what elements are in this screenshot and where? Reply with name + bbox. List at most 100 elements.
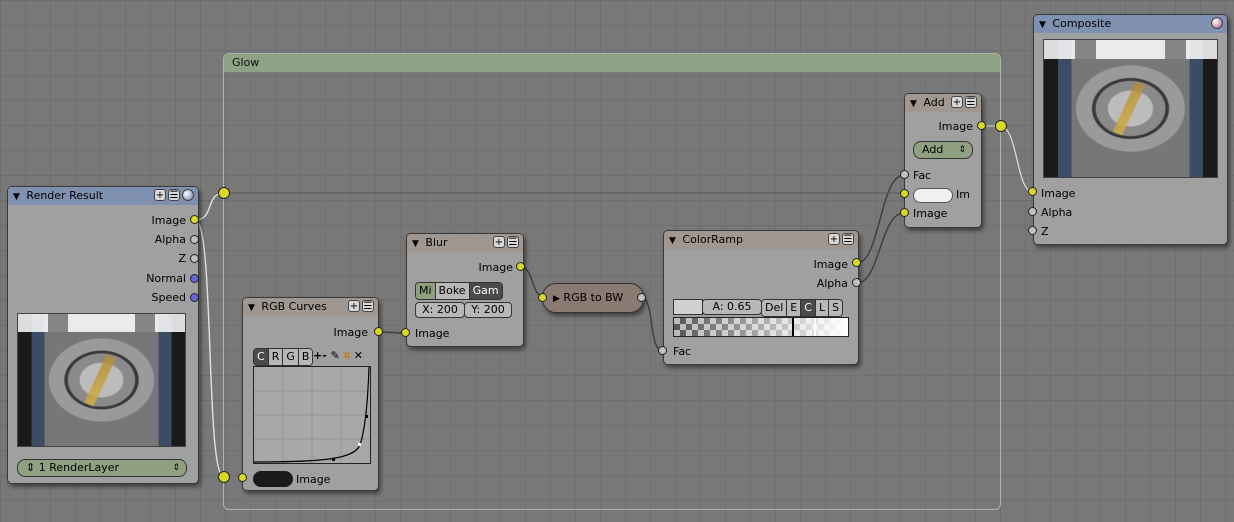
blur-input-socket[interactable]: [401, 328, 410, 337]
render-result-node[interactable]: ▼ Render Result + ☰ Image Alpha Z Normal…: [7, 186, 199, 484]
filter-type-select[interactable]: Mi: [416, 283, 436, 299]
menu-icon[interactable]: ☰: [168, 189, 180, 201]
plus-icon[interactable]: +: [348, 300, 360, 312]
color-stop-marker[interactable]: [792, 318, 794, 336]
rgb-to-bw-input-socket[interactable]: [538, 293, 547, 302]
alpha-field[interactable]: A: 0.65: [702, 299, 762, 315]
plus-icon[interactable]: +: [951, 96, 963, 108]
color-ramp-header[interactable]: ▼ ColorRamp + ☰: [664, 231, 858, 249]
ramp-alpha-output-socket[interactable]: [852, 278, 861, 287]
ease-button[interactable]: E: [787, 300, 802, 316]
channel-r-button[interactable]: R: [268, 349, 284, 365]
clip-icon[interactable]: ⌗: [344, 349, 350, 362]
render-normal-socket[interactable]: [190, 274, 199, 283]
composite-image-input-socket[interactable]: [1028, 187, 1037, 196]
curve-editor[interactable]: [253, 366, 371, 464]
add-image2-input-socket[interactable]: [900, 208, 909, 217]
group-input-socket-top[interactable]: [218, 187, 230, 199]
plus-icon[interactable]: +: [493, 236, 505, 248]
output-label: Image: [813, 258, 848, 271]
zoom-in-icon[interactable]: +: [313, 349, 322, 362]
channel-b-button[interactable]: B: [298, 349, 313, 365]
output-label: Alpha: [154, 233, 186, 246]
fac-color-swatch[interactable]: [253, 471, 293, 487]
bokeh-toggle[interactable]: Boke: [435, 283, 470, 299]
blur-options[interactable]: Mi Boke Gam: [415, 282, 503, 300]
collapse-triangle-icon[interactable]: ▼: [248, 303, 255, 313]
plus-icon[interactable]: +: [828, 233, 840, 245]
node-title: Render Result: [26, 189, 104, 202]
channel-c-button[interactable]: C: [254, 349, 269, 365]
menu-icon[interactable]: ☰: [965, 96, 977, 108]
collapse-triangle-icon[interactable]: ▼: [910, 99, 917, 109]
group-input-socket-bottom[interactable]: [218, 471, 230, 483]
collapse-triangle-icon[interactable]: ▼: [1039, 20, 1046, 30]
blur-header[interactable]: ▼ Blur + ☰: [407, 234, 523, 252]
input-label: Image: [913, 207, 948, 220]
output-label: Image: [938, 120, 973, 133]
blur-node[interactable]: ▼ Blur + ☰ Image Mi Boke Gam X: 200 Y: 2…: [406, 233, 524, 347]
ramp-fac-input-socket[interactable]: [658, 346, 667, 355]
group-output-socket[interactable]: [995, 120, 1007, 132]
blend-mode-select[interactable]: Add ⇕: [913, 141, 973, 159]
render-image-socket[interactable]: [190, 215, 199, 224]
rgb-curves-node[interactable]: ▼ RGB Curves + ☰ Image C R G B +- ✎ ⌗ ✕ …: [242, 297, 379, 491]
collapse-triangle-icon[interactable]: ▼: [13, 192, 20, 202]
color-ramp-bar[interactable]: [673, 317, 849, 337]
render-speed-socket[interactable]: [190, 293, 199, 302]
add-output-socket[interactable]: [977, 121, 986, 130]
render-alpha-socket[interactable]: [190, 235, 199, 244]
add-header[interactable]: ▼ Add + ☰: [905, 94, 981, 112]
color-stop-swatch[interactable]: [673, 299, 703, 315]
expand-triangle-icon[interactable]: ▶: [553, 294, 560, 304]
color-ramp-node[interactable]: ▼ ColorRamp + ☰ Image Alpha A: 0.65 Del …: [663, 230, 859, 365]
input-label: Image: [415, 327, 450, 340]
render-result-header[interactable]: ▼ Render Result + ☰: [8, 187, 198, 205]
color-ramp-buttons[interactable]: Del E C L S: [761, 299, 844, 317]
curves-output-socket[interactable]: [374, 327, 383, 336]
add-node[interactable]: ▼ Add + ☰ Image Add ⇕ Fac Im Image: [904, 93, 982, 228]
node-title: RGB Curves: [261, 300, 327, 313]
composite-z-input-socket[interactable]: [1028, 226, 1037, 235]
chevron-updown-icon: ⇕: [172, 463, 180, 473]
close-icon[interactable]: ✕: [354, 349, 363, 362]
spline-button[interactable]: S: [829, 300, 843, 316]
collapse-triangle-icon[interactable]: ▼: [669, 236, 676, 246]
size-y-field[interactable]: Y: 200: [464, 302, 512, 318]
delete-stop-button[interactable]: Del: [762, 300, 788, 316]
composite-node[interactable]: ▼ Composite Image Alpha Z: [1033, 14, 1228, 245]
render-z-socket[interactable]: [190, 254, 199, 263]
menu-icon[interactable]: ☰: [507, 236, 519, 248]
add-fac-input-socket[interactable]: [900, 170, 909, 179]
curves-input-socket[interactable]: [238, 473, 247, 482]
input-label: Image: [296, 473, 331, 486]
cardinal-button[interactable]: C: [801, 300, 816, 316]
select-chevron-icon: ⇕: [26, 461, 36, 474]
channel-g-button[interactable]: G: [283, 349, 299, 365]
zoom-out-icon[interactable]: -: [322, 349, 327, 362]
node-title: Blur: [425, 236, 448, 249]
add-image1-input-socket[interactable]: [900, 189, 909, 198]
ramp-image-output-socket[interactable]: [852, 258, 861, 267]
gamma-toggle[interactable]: Gam: [469, 283, 502, 299]
collapse-triangle-icon[interactable]: ▼: [412, 239, 419, 249]
wrench-icon[interactable]: ✎: [331, 349, 340, 362]
rgb-to-bw-node[interactable]: ▶ RGB to BW: [542, 283, 644, 313]
render-layer-select[interactable]: ⇕ 1 RenderLayer ⇕: [17, 459, 187, 477]
rgb-to-bw-output-socket[interactable]: [637, 293, 646, 302]
plus-icon[interactable]: +: [154, 189, 166, 201]
curve-channel-buttons[interactable]: C R G B: [253, 348, 314, 366]
curve-tools: +- ✎ ⌗ ✕: [313, 349, 363, 363]
size-x-field[interactable]: X: 200: [415, 302, 465, 318]
preview-ball-icon[interactable]: [182, 189, 194, 201]
image-color-swatch[interactable]: [913, 188, 953, 203]
linear-button[interactable]: L: [815, 300, 830, 316]
blur-output-socket[interactable]: [516, 262, 525, 271]
color-stop-marker[interactable]: [814, 318, 816, 336]
composite-header[interactable]: ▼ Composite: [1034, 15, 1227, 33]
composite-alpha-input-socket[interactable]: [1028, 207, 1037, 216]
menu-icon[interactable]: ☰: [362, 300, 374, 312]
rgb-curves-header[interactable]: ▼ RGB Curves + ☰: [243, 298, 378, 316]
menu-icon[interactable]: ☰: [842, 233, 854, 245]
active-output-ball-icon[interactable]: [1211, 17, 1223, 29]
